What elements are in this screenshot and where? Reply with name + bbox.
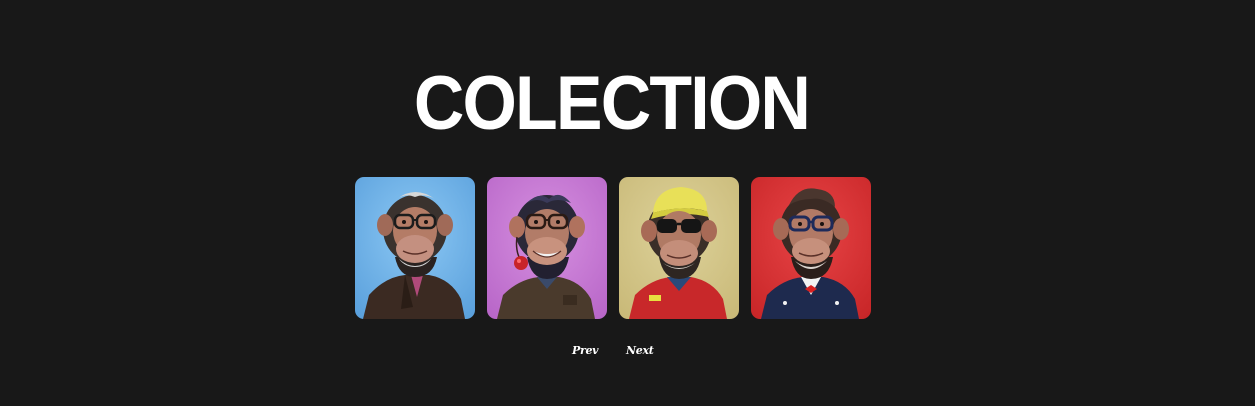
pagination: Prev Next — [0, 341, 1255, 361]
collection-card-4[interactable] — [751, 177, 871, 319]
chimpanzee-portrait-image — [355, 177, 475, 319]
section-title: COLECTION — [413, 61, 811, 146]
prev-button[interactable]: Prev — [572, 341, 599, 361]
chimpanzee-portrait-image — [487, 177, 607, 319]
collection-card-1[interactable] — [355, 177, 475, 319]
collection-card-2[interactable] — [487, 177, 607, 319]
chimpanzee-portrait-image — [751, 177, 871, 319]
next-button[interactable]: Next — [626, 341, 654, 361]
chimpanzee-portrait-image — [619, 177, 739, 319]
collection-gallery — [355, 177, 871, 319]
collection-card-3[interactable] — [619, 177, 739, 319]
